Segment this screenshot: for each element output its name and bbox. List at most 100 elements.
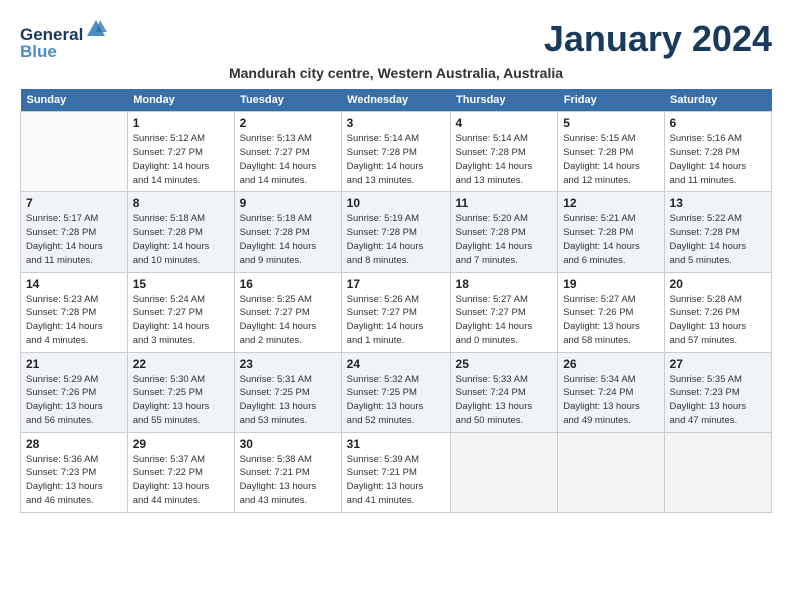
day-cell: 18 Sunrise: 5:27 AM Sunset: 7:27 PM Dayli… [450, 272, 558, 352]
day-cell: 14Sunrise: 5:23 AM Sunset: 7:28 PM Dayli… [21, 272, 128, 352]
day-number: 26 [563, 357, 658, 371]
calendar-table: Sunday Monday Tuesday Wednesday Thursday… [20, 89, 772, 512]
day-cell: 4Sunrise: 5:14 AM Sunset: 7:28 PM Daylig… [450, 112, 558, 192]
day-cell: 12 Sunrise: 5:21 AM Sunset: 7:28 PM Dayli… [558, 192, 664, 272]
calendar-page: General Blue January 2024 Mandurah city … [0, 0, 792, 523]
col-friday: Friday [558, 89, 664, 112]
day-number: 8 [133, 196, 229, 210]
day-cell: 9 Sunrise: 5:18 AM Sunset: 7:28 PM Daylig… [234, 192, 341, 272]
day-cell: 8Sunrise: 5:18 AM Sunset: 7:28 PM Daylig… [127, 192, 234, 272]
day-number: 10 [347, 196, 445, 210]
day-number: 2 [240, 116, 336, 130]
day-info: Sunrise: 5:24 AM Sunset: 7:27 PM Dayligh… [133, 293, 229, 348]
day-info: Sunrise: 5:27 AM Sunset: 7:26 PM Dayligh… [563, 293, 658, 348]
day-info: Sunrise: 5:13 AM Sunset: 7:27 PM Dayligh… [240, 132, 336, 187]
day-number: 31 [347, 437, 445, 451]
day-cell: 24Sunrise: 5:32 AM Sunset: 7:25 PM Dayli… [341, 352, 450, 432]
day-info: Sunrise: 5:20 AM Sunset: 7:28 PM Dayligh… [456, 212, 553, 267]
day-info: Sunrise: 5:27 AM Sunset: 7:27 PM Dayligh… [456, 293, 553, 348]
day-cell: 19 Sunrise: 5:27 AM Sunset: 7:26 PM Dayli… [558, 272, 664, 352]
day-info: Sunrise: 5:17 AM Sunset: 7:28 PM Dayligh… [26, 212, 122, 267]
day-cell: 17 Sunrise: 5:26 AM Sunset: 7:27 PM Dayli… [341, 272, 450, 352]
col-saturday: Saturday [664, 89, 771, 112]
day-info: Sunrise: 5:28 AM Sunset: 7:26 PM Dayligh… [670, 293, 766, 348]
day-cell: 7 Sunrise: 5:17 AM Sunset: 7:28 PM Daylig… [21, 192, 128, 272]
week-row-4: 21Sunrise: 5:29 AM Sunset: 7:26 PM Dayli… [21, 352, 772, 432]
week-row-5: 28 Sunrise: 5:36 AM Sunset: 7:23 PM Dayli… [21, 432, 772, 512]
calendar-subtitle: Mandurah city centre, Western Australia,… [20, 65, 772, 81]
day-number: 21 [26, 357, 122, 371]
week-row-1: 1 Sunrise: 5:12 AM Sunset: 7:27 PM Daylig… [21, 112, 772, 192]
day-info: Sunrise: 5:37 AM Sunset: 7:22 PM Dayligh… [133, 453, 229, 508]
day-number: 20 [670, 277, 766, 291]
day-number: 1 [133, 116, 229, 130]
day-cell: 13Sunrise: 5:22 AM Sunset: 7:28 PM Dayli… [664, 192, 771, 272]
day-cell: 10 Sunrise: 5:19 AM Sunset: 7:28 PM Dayli… [341, 192, 450, 272]
logo: General Blue [20, 18, 107, 61]
header-row: Sunday Monday Tuesday Wednesday Thursday… [21, 89, 772, 112]
day-cell: 30Sunrise: 5:38 AM Sunset: 7:21 PM Dayli… [234, 432, 341, 512]
day-cell: 28 Sunrise: 5:36 AM Sunset: 7:23 PM Dayli… [21, 432, 128, 512]
day-number: 4 [456, 116, 553, 130]
day-info: Sunrise: 5:33 AM Sunset: 7:24 PM Dayligh… [456, 373, 553, 428]
day-cell: 27 Sunrise: 5:35 AM Sunset: 7:23 PM Dayli… [664, 352, 771, 432]
day-cell: 26 Sunrise: 5:34 AM Sunset: 7:24 PM Dayli… [558, 352, 664, 432]
day-cell [21, 112, 128, 192]
day-info: Sunrise: 5:36 AM Sunset: 7:23 PM Dayligh… [26, 453, 122, 508]
day-cell: 3 Sunrise: 5:14 AM Sunset: 7:28 PM Daylig… [341, 112, 450, 192]
day-cell: 25 Sunrise: 5:33 AM Sunset: 7:24 PM Dayli… [450, 352, 558, 432]
day-number: 27 [670, 357, 766, 371]
day-info: Sunrise: 5:25 AM Sunset: 7:27 PM Dayligh… [240, 293, 336, 348]
day-number: 6 [670, 116, 766, 130]
day-number: 7 [26, 196, 122, 210]
day-number: 28 [26, 437, 122, 451]
day-info: Sunrise: 5:19 AM Sunset: 7:28 PM Dayligh… [347, 212, 445, 267]
day-number: 14 [26, 277, 122, 291]
day-number: 29 [133, 437, 229, 451]
day-cell: 31Sunrise: 5:39 AM Sunset: 7:21 PM Dayli… [341, 432, 450, 512]
day-number: 22 [133, 357, 229, 371]
col-wednesday: Wednesday [341, 89, 450, 112]
day-info: Sunrise: 5:16 AM Sunset: 7:28 PM Dayligh… [670, 132, 766, 187]
day-number: 17 [347, 277, 445, 291]
day-number: 3 [347, 116, 445, 130]
day-number: 23 [240, 357, 336, 371]
day-number: 13 [670, 196, 766, 210]
day-number: 16 [240, 277, 336, 291]
day-number: 12 [563, 196, 658, 210]
col-thursday: Thursday [450, 89, 558, 112]
day-cell [664, 432, 771, 512]
day-info: Sunrise: 5:12 AM Sunset: 7:27 PM Dayligh… [133, 132, 229, 187]
title-block: January 2024 [544, 18, 772, 60]
day-cell: 11Sunrise: 5:20 AM Sunset: 7:28 PM Dayli… [450, 192, 558, 272]
day-info: Sunrise: 5:18 AM Sunset: 7:28 PM Dayligh… [240, 212, 336, 267]
day-cell: 2 Sunrise: 5:13 AM Sunset: 7:27 PM Daylig… [234, 112, 341, 192]
col-monday: Monday [127, 89, 234, 112]
day-info: Sunrise: 5:26 AM Sunset: 7:27 PM Dayligh… [347, 293, 445, 348]
day-number: 18 [456, 277, 553, 291]
day-cell: 15 Sunrise: 5:24 AM Sunset: 7:27 PM Dayli… [127, 272, 234, 352]
week-row-3: 14Sunrise: 5:23 AM Sunset: 7:28 PM Dayli… [21, 272, 772, 352]
day-cell [558, 432, 664, 512]
day-cell: 21Sunrise: 5:29 AM Sunset: 7:26 PM Dayli… [21, 352, 128, 432]
day-info: Sunrise: 5:21 AM Sunset: 7:28 PM Dayligh… [563, 212, 658, 267]
calendar-title: January 2024 [544, 18, 772, 60]
day-info: Sunrise: 5:32 AM Sunset: 7:25 PM Dayligh… [347, 373, 445, 428]
col-tuesday: Tuesday [234, 89, 341, 112]
day-number: 15 [133, 277, 229, 291]
day-info: Sunrise: 5:14 AM Sunset: 7:28 PM Dayligh… [347, 132, 445, 187]
day-info: Sunrise: 5:35 AM Sunset: 7:23 PM Dayligh… [670, 373, 766, 428]
logo-blue: Blue [20, 43, 107, 62]
week-row-2: 7 Sunrise: 5:17 AM Sunset: 7:28 PM Daylig… [21, 192, 772, 272]
day-number: 9 [240, 196, 336, 210]
day-info: Sunrise: 5:15 AM Sunset: 7:28 PM Dayligh… [563, 132, 658, 187]
day-info: Sunrise: 5:31 AM Sunset: 7:25 PM Dayligh… [240, 373, 336, 428]
logo-icon [85, 18, 107, 40]
day-info: Sunrise: 5:34 AM Sunset: 7:24 PM Dayligh… [563, 373, 658, 428]
day-cell [450, 432, 558, 512]
day-cell: 16 Sunrise: 5:25 AM Sunset: 7:27 PM Dayli… [234, 272, 341, 352]
day-number: 25 [456, 357, 553, 371]
day-cell: 5Sunrise: 5:15 AM Sunset: 7:28 PM Daylig… [558, 112, 664, 192]
day-info: Sunrise: 5:38 AM Sunset: 7:21 PM Dayligh… [240, 453, 336, 508]
day-number: 19 [563, 277, 658, 291]
